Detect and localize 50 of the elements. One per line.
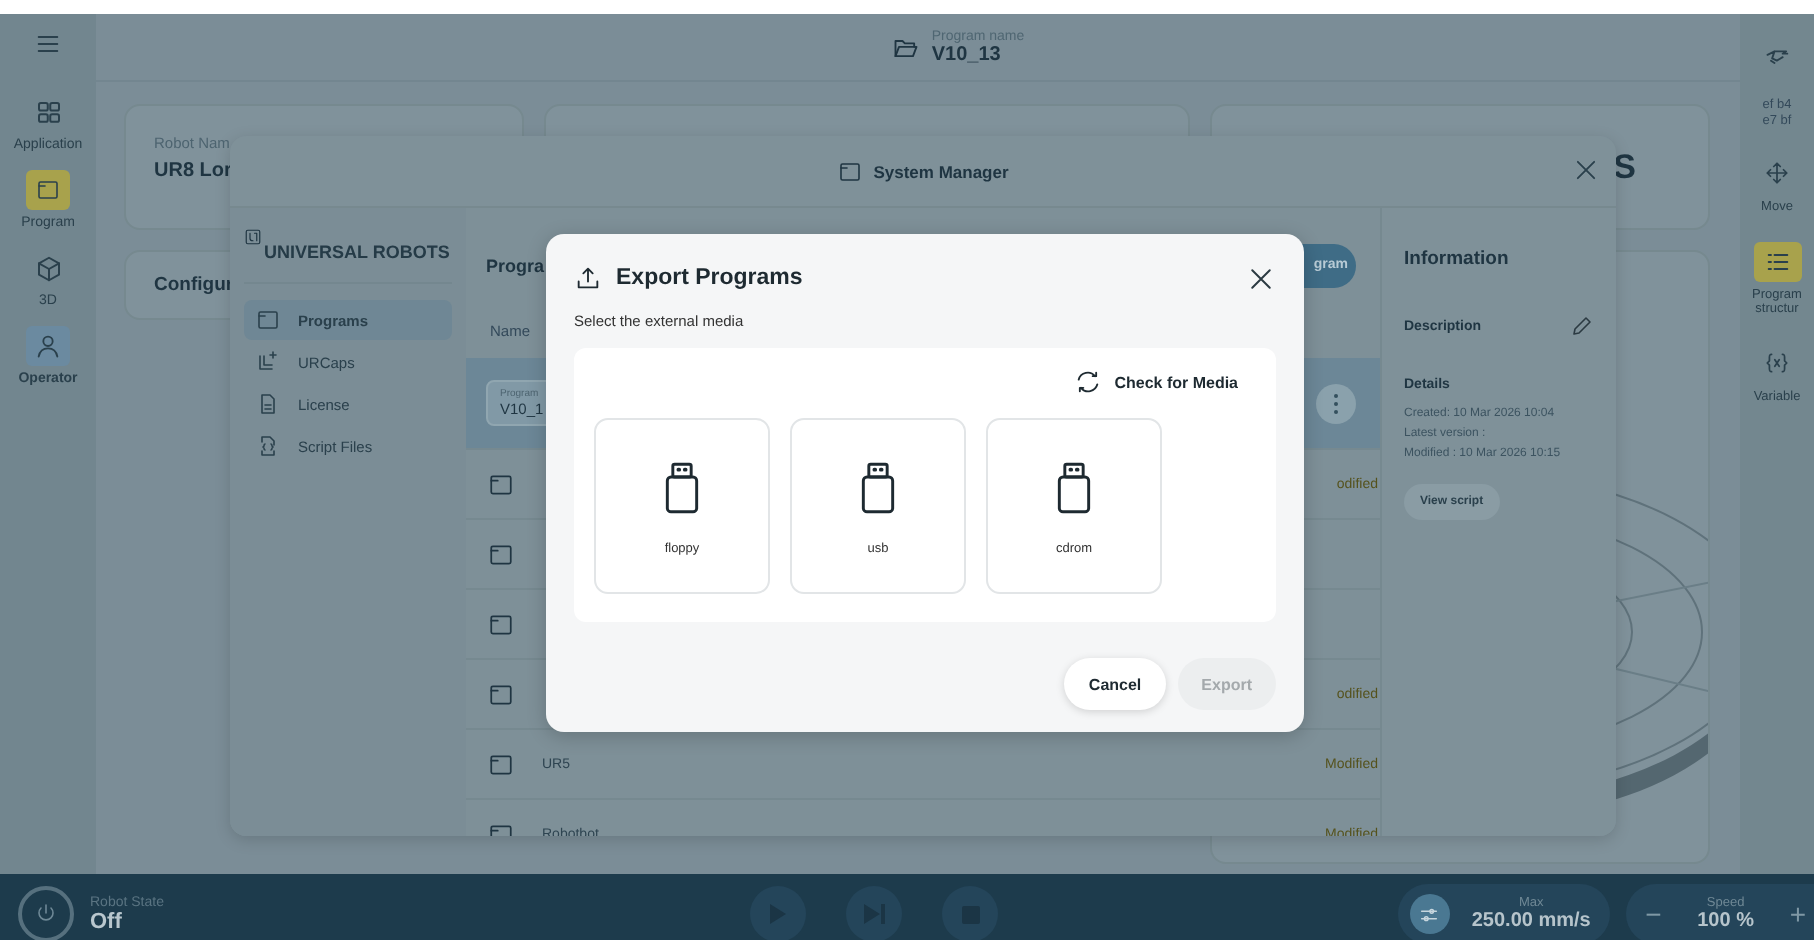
program-name: V10_13 [931, 43, 1003, 65]
card-title: S [1613, 147, 1636, 187]
plus-button[interactable]: + [1781, 898, 1814, 930]
usb-drive-icon [1052, 457, 1096, 517]
robot-name: UR8 Lor [154, 160, 234, 182]
document-icon [256, 392, 280, 416]
window-icon [837, 159, 862, 183]
minus-button[interactable]: − [1637, 898, 1670, 930]
close-icon [1572, 156, 1600, 184]
menu-button[interactable] [34, 30, 62, 58]
power-button[interactable] [18, 886, 74, 940]
configuration-title: Configur [154, 274, 234, 296]
menu-icon [34, 30, 62, 58]
grid-icon [33, 97, 63, 127]
cancel-button[interactable]: Cancel [1064, 658, 1166, 710]
usb-drive-icon [856, 457, 900, 517]
speed-value: 100 % [1697, 910, 1754, 932]
close-button[interactable] [1246, 263, 1276, 293]
list-title: Progra [486, 255, 545, 275]
move-arrows-icon [1764, 160, 1790, 187]
check-for-media-button[interactable]: Check for Media [1074, 364, 1256, 396]
upload-icon [574, 264, 602, 292]
file-icon [488, 471, 514, 497]
max-value: 250.00 mm/s [1471, 910, 1591, 932]
brand-name: UNIVERSAL ROBOTS [264, 242, 450, 262]
file-icon [488, 681, 514, 707]
more-options-button[interactable] [1316, 383, 1356, 423]
dialog-title: System Manager [873, 161, 1009, 181]
pencil-icon [1570, 314, 1594, 338]
person-icon [34, 332, 62, 360]
braces-icon [1762, 350, 1792, 377]
logo-icon [244, 228, 262, 246]
refresh-icon [1074, 368, 1103, 396]
window-icon [256, 308, 280, 332]
info-title: Information [1404, 248, 1511, 270]
close-icon [1246, 263, 1276, 293]
box-plus-icon [256, 350, 280, 374]
usb-drive-icon [660, 457, 704, 517]
sliders-icon [1418, 903, 1441, 925]
file-icon [488, 541, 514, 567]
cube-icon [33, 253, 63, 283]
power-icon [34, 902, 58, 926]
sliders-button[interactable] [1409, 894, 1450, 934]
robot-state: Off [90, 909, 124, 933]
file-icon [488, 611, 514, 637]
edit-button[interactable] [1570, 314, 1594, 338]
window-icon [36, 178, 60, 202]
file-icon [488, 751, 514, 777]
script-file-icon [256, 434, 280, 458]
dialog-title: Export Programs [616, 266, 803, 290]
